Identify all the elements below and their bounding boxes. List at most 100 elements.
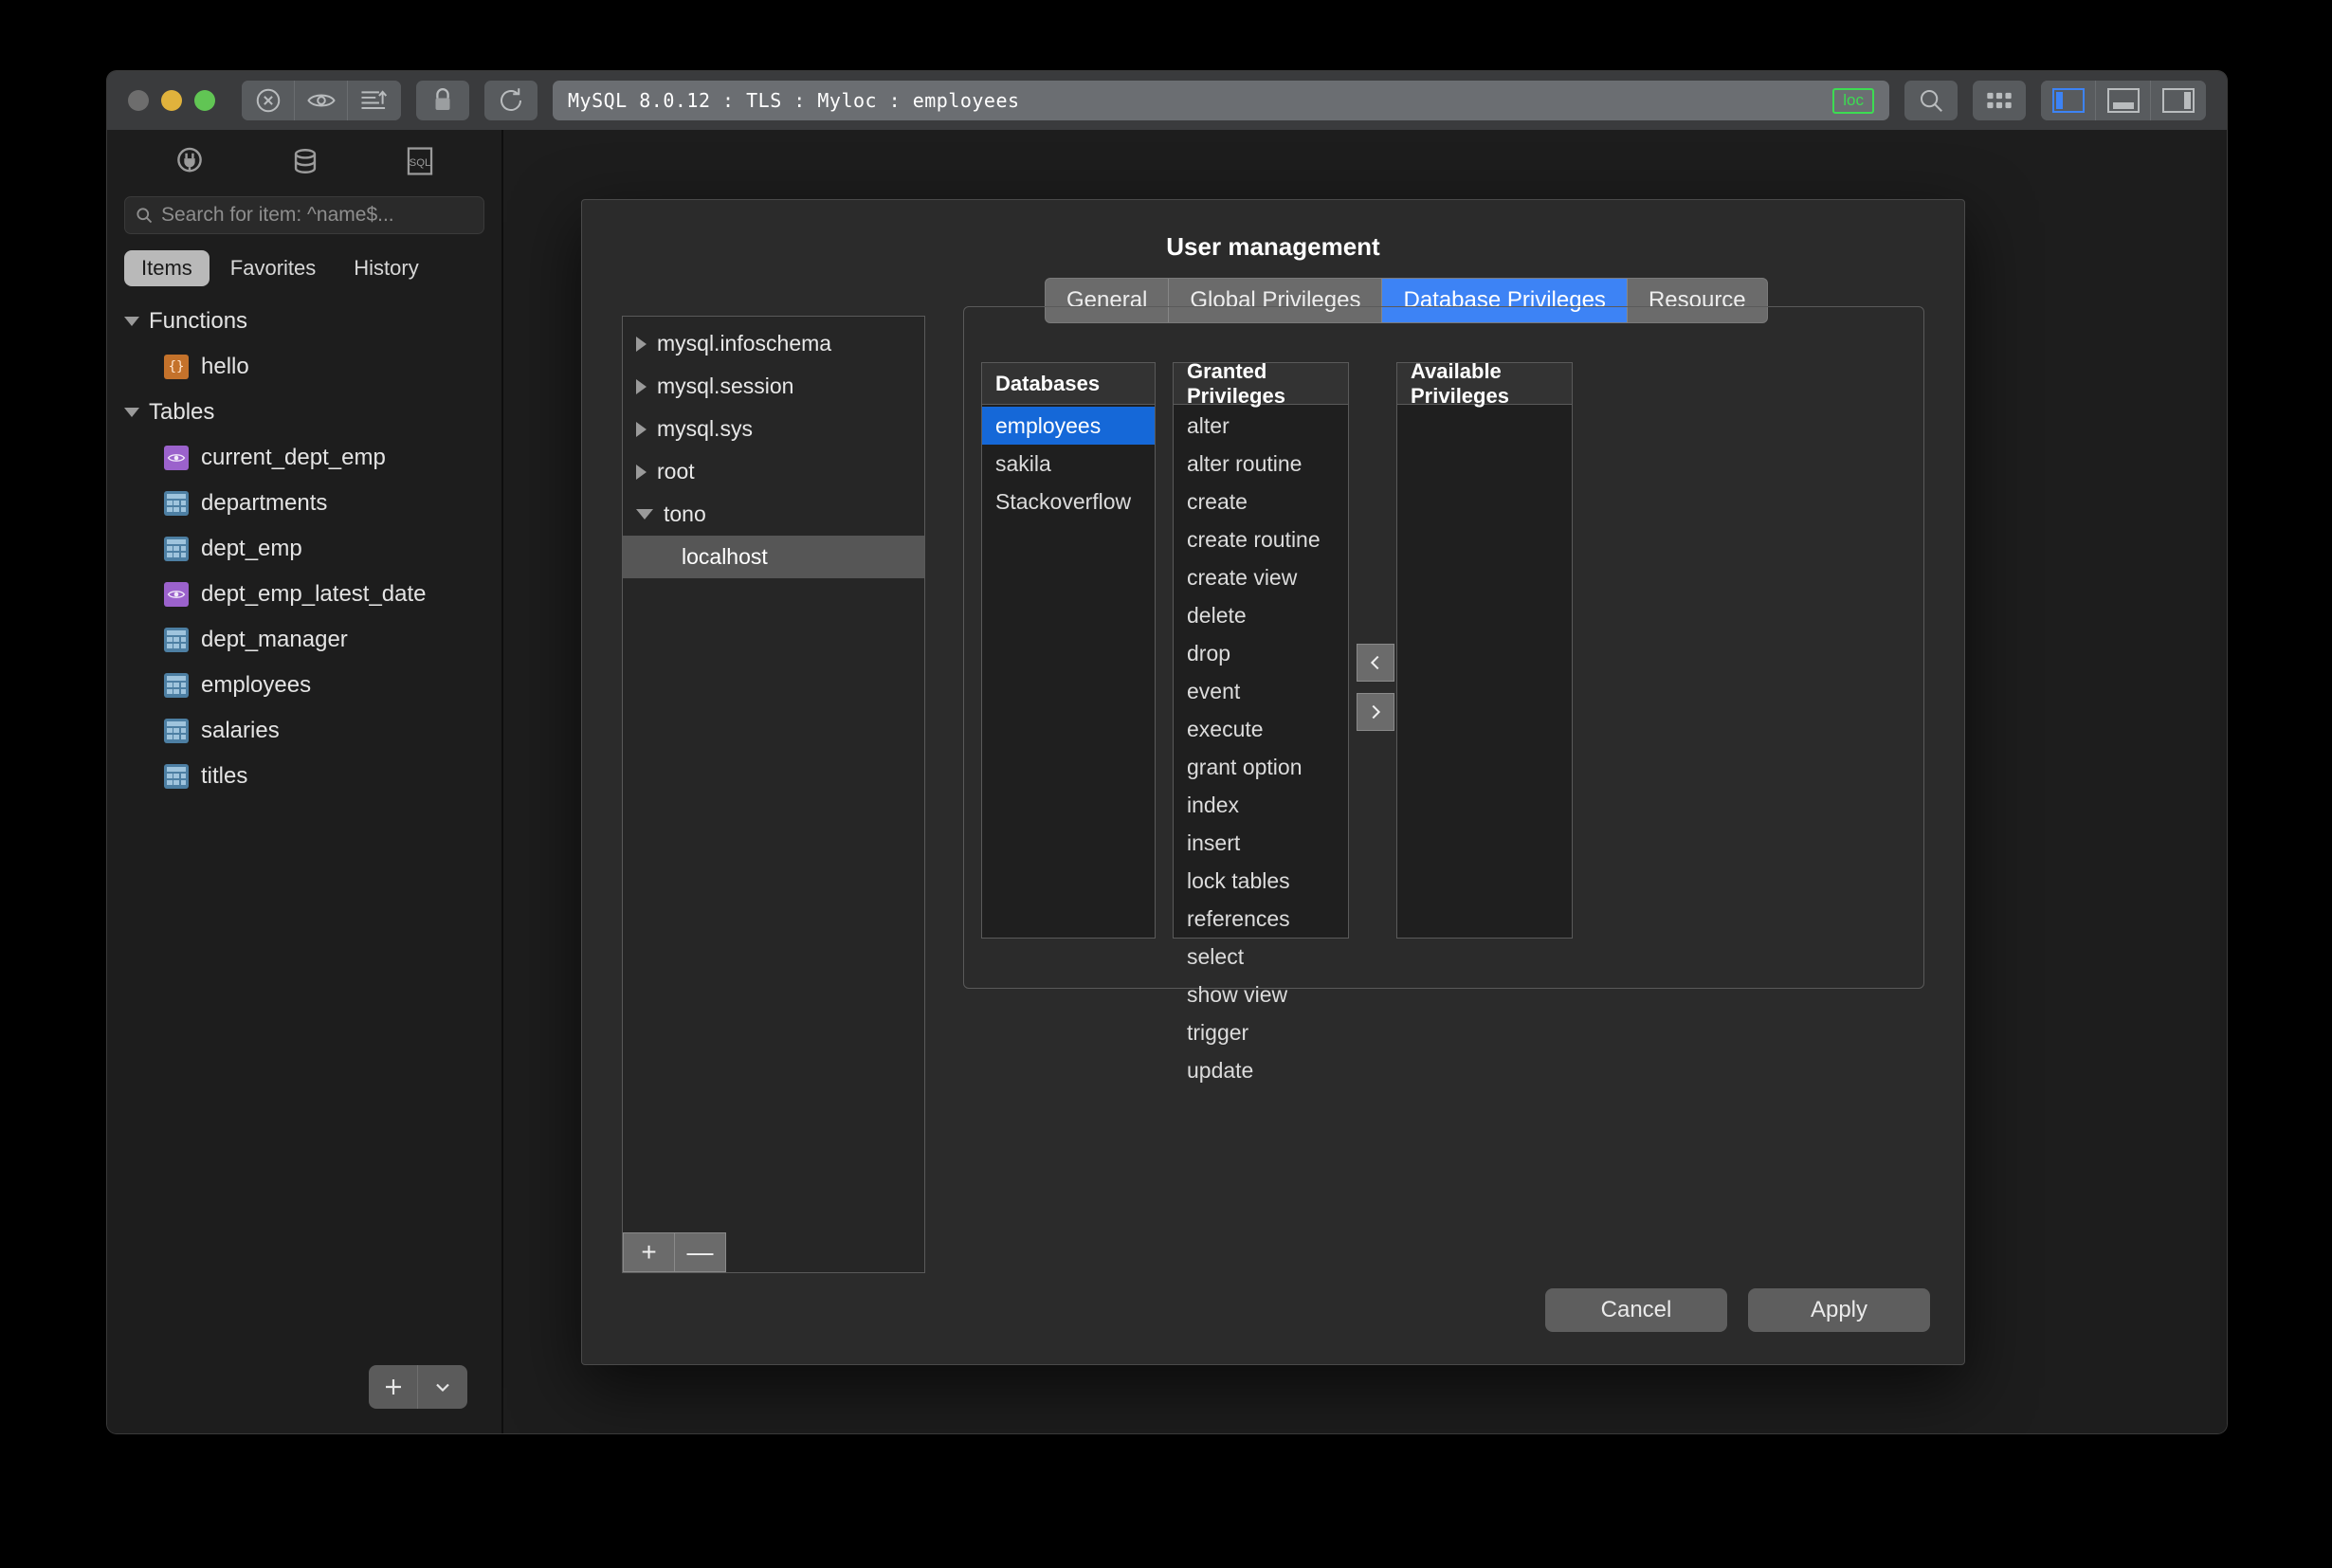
search-button[interactable] bbox=[1904, 81, 1958, 120]
tree-item-employees[interactable]: employees bbox=[124, 663, 501, 708]
database-tab-button[interactable] bbox=[289, 145, 321, 182]
sidebar-tab-history[interactable]: History bbox=[337, 250, 435, 286]
tree-item-salaries[interactable]: salaries bbox=[124, 708, 501, 754]
tree-item-label: salaries bbox=[201, 718, 280, 743]
minimize-button[interactable] bbox=[161, 90, 182, 111]
table-icon bbox=[164, 719, 189, 743]
list-item[interactable]: insert bbox=[1174, 824, 1348, 862]
granted-privileges-list: alter alter routine create create routin… bbox=[1174, 405, 1348, 1089]
move-to-granted-button[interactable] bbox=[1357, 644, 1394, 682]
tree-item-departments[interactable]: departments bbox=[124, 481, 501, 526]
user-row-localhost[interactable]: localhost bbox=[623, 536, 924, 578]
add-object-button[interactable] bbox=[369, 1365, 418, 1409]
list-item[interactable]: event bbox=[1174, 672, 1348, 710]
tree-item-dept-emp-latest-date[interactable]: dept_emp_latest_date bbox=[124, 572, 501, 617]
tree-group-tables[interactable]: Tables bbox=[124, 390, 501, 435]
sidebar-tab-items[interactable]: Items bbox=[124, 250, 210, 286]
remove-user-button[interactable]: — bbox=[674, 1232, 726, 1272]
refresh-icon bbox=[501, 88, 521, 111]
tree-item-dept-emp[interactable]: dept_emp bbox=[124, 526, 501, 572]
toggle-right-panel-button[interactable] bbox=[2151, 81, 2206, 120]
grid-view-button[interactable] bbox=[1973, 81, 2026, 120]
apply-button[interactable]: Apply bbox=[1748, 1288, 1930, 1332]
list-item[interactable]: references bbox=[1174, 900, 1348, 938]
chevron-right-icon bbox=[636, 336, 647, 352]
add-user-button[interactable]: + bbox=[623, 1232, 675, 1272]
list-item[interactable]: delete bbox=[1174, 596, 1348, 634]
table-icon bbox=[164, 491, 189, 516]
cancel-button[interactable]: Cancel bbox=[1545, 1288, 1727, 1332]
list-item[interactable]: drop bbox=[1174, 634, 1348, 672]
chevron-right-icon bbox=[636, 421, 647, 437]
move-to-available-button[interactable] bbox=[1357, 693, 1394, 731]
connection-title-field[interactable]: MySQL 8.0.12 : TLS : Myloc : employees l… bbox=[553, 81, 1889, 120]
sql-tab-button[interactable]: SQL bbox=[405, 145, 435, 182]
user-list: mysql.infoschema mysql.session mysql.sys… bbox=[623, 317, 924, 578]
stop-button[interactable] bbox=[242, 81, 295, 120]
tree-group-label: Tables bbox=[149, 399, 215, 425]
preview-button[interactable] bbox=[295, 81, 348, 120]
list-item[interactable]: create bbox=[1174, 483, 1348, 520]
tree-item-current-dept-emp[interactable]: current_dept_emp bbox=[124, 435, 501, 481]
function-icon: {} bbox=[164, 355, 189, 379]
tree-item-hello[interactable]: {} hello bbox=[124, 344, 501, 390]
connection-icon bbox=[177, 147, 202, 172]
user-row-mysql-session[interactable]: mysql.session bbox=[623, 365, 924, 408]
table-icon bbox=[164, 673, 189, 698]
list-item[interactable]: select bbox=[1174, 938, 1348, 975]
databases-panel: Databases employees sakila Stackoverflow bbox=[981, 362, 1156, 939]
tree-group-functions[interactable]: Functions bbox=[124, 299, 501, 344]
zoom-button[interactable] bbox=[194, 90, 215, 111]
refresh-button[interactable] bbox=[484, 81, 537, 120]
status-badge: loc bbox=[1832, 87, 1874, 114]
list-item[interactable]: index bbox=[1174, 786, 1348, 824]
search-field[interactable] bbox=[124, 196, 484, 234]
tree-item-label: dept_emp_latest_date bbox=[201, 581, 427, 607]
add-object-menu-button[interactable] bbox=[418, 1365, 467, 1409]
table-icon bbox=[164, 764, 189, 789]
user-tree-buttons: + — bbox=[623, 1232, 726, 1272]
chevron-down-icon bbox=[436, 1383, 449, 1393]
list-item[interactable]: Stackoverflow bbox=[982, 483, 1155, 520]
tree-item-titles[interactable]: titles bbox=[124, 754, 501, 799]
user-label: localhost bbox=[682, 544, 768, 569]
search-icon bbox=[137, 208, 153, 224]
chevron-left-icon bbox=[1370, 655, 1379, 670]
window-title: MySQL 8.0.12 : TLS : Myloc : employees bbox=[568, 89, 1020, 112]
sidebar-icon-row: SQL bbox=[107, 130, 501, 196]
user-row-tono[interactable]: tono bbox=[623, 493, 924, 536]
connection-tab-button[interactable] bbox=[173, 145, 206, 182]
list-item[interactable]: show view bbox=[1174, 975, 1348, 1013]
lock-button[interactable] bbox=[416, 81, 469, 120]
list-item[interactable]: create routine bbox=[1174, 520, 1348, 558]
list-item[interactable]: lock tables bbox=[1174, 862, 1348, 900]
list-item[interactable]: update bbox=[1174, 1051, 1348, 1089]
search-input[interactable] bbox=[161, 204, 474, 227]
databases-list: employees sakila Stackoverflow bbox=[982, 405, 1155, 520]
list-item[interactable]: alter routine bbox=[1174, 445, 1348, 483]
database-privileges-group: Databases employees sakila Stackoverflow… bbox=[963, 306, 1924, 1083]
list-item[interactable]: alter bbox=[1174, 407, 1348, 445]
list-item[interactable]: execute bbox=[1174, 710, 1348, 748]
granted-privileges-header: Granted Privileges bbox=[1174, 359, 1348, 408]
tree-item-dept-manager[interactable]: dept_manager bbox=[124, 617, 501, 663]
user-management-dialog: User management General Global Privilege… bbox=[581, 199, 1965, 1365]
list-item[interactable]: employees bbox=[982, 407, 1155, 445]
sidebar-tab-favorites[interactable]: Favorites bbox=[213, 250, 333, 286]
toggle-bottom-panel-button[interactable] bbox=[2096, 81, 2151, 120]
list-item[interactable]: trigger bbox=[1174, 1013, 1348, 1051]
list-item[interactable]: sakila bbox=[982, 445, 1155, 483]
toggle-left-panel-button[interactable] bbox=[2041, 81, 2096, 120]
close-button[interactable] bbox=[128, 90, 149, 111]
chevron-right-icon bbox=[1372, 704, 1381, 720]
chevron-down-icon bbox=[636, 509, 653, 520]
user-row-mysql-sys[interactable]: mysql.sys bbox=[623, 408, 924, 450]
user-row-mysql-infoschema[interactable]: mysql.infoschema bbox=[623, 322, 924, 365]
list-item[interactable]: create view bbox=[1174, 558, 1348, 596]
user-row-root[interactable]: root bbox=[623, 450, 924, 493]
object-tree: Functions {} hello Tables current_dept_e… bbox=[107, 299, 501, 799]
chevron-down-icon bbox=[124, 317, 139, 326]
execute-button[interactable] bbox=[348, 81, 401, 120]
table-icon bbox=[164, 537, 189, 561]
list-item[interactable]: grant option bbox=[1174, 748, 1348, 786]
